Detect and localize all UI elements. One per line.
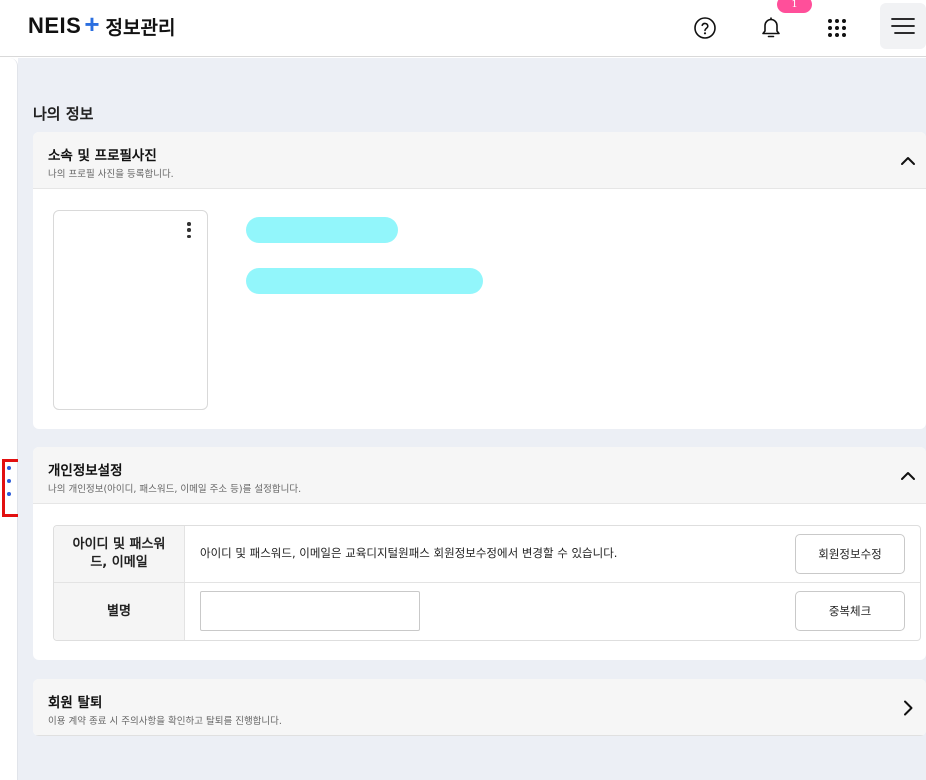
kebab-dot <box>187 234 191 238</box>
handle-dot <box>7 466 11 470</box>
section-title: 개인정보설정 <box>48 463 123 479</box>
kebab-dot <box>187 222 191 226</box>
row-label-id-password: 아이디 및 패스워드, 이메일 <box>54 526 185 582</box>
withdraw-section[interactable]: 회원 탈퇴 이용 계약 종료 시 주의사항을 확인하고 탈퇴를 진행합니다. <box>33 679 926 736</box>
section-title: 회원 탈퇴 <box>48 695 103 711</box>
edit-member-info-button[interactable]: 회원정보수정 <box>795 534 905 574</box>
brand-plus: + <box>84 9 100 39</box>
row-label-nickname: 별명 <box>54 583 185 640</box>
handle-dot <box>7 492 11 496</box>
loading-placeholder-affiliation <box>246 217 398 243</box>
section-title: 소속 및 프로필사진 <box>48 148 157 164</box>
profile-section: 소속 및 프로필사진 나의 프로필 사진을 등록합니다. <box>33 132 926 429</box>
table-row: 아이디 및 패스워드, 이메일 아이디 및 패스워드, 이메일은 교육디지털원패… <box>54 526 920 583</box>
left-side-panel <box>0 58 18 780</box>
row-label-text: 아이디 및 패스워드, 이메일 <box>72 537 166 570</box>
app-title: 정보관리 <box>105 16 176 39</box>
personal-info-table: 아이디 및 패스워드, 이메일 아이디 및 패스워드, 이메일은 교육디지털원패… <box>53 525 921 641</box>
chevron-up-icon[interactable] <box>898 151 918 171</box>
chevron-up-icon[interactable] <box>898 466 918 486</box>
personal-info-section: 개인정보설정 나의 개인정보(아이디, 패스워드, 이메일 주소 등)를 설정합… <box>33 447 926 660</box>
help-icon[interactable] <box>683 7 727 49</box>
profile-section-header[interactable]: 소속 및 프로필사진 나의 프로필 사진을 등록합니다. <box>33 132 926 189</box>
kebab-icon[interactable] <box>187 222 191 238</box>
app-logo[interactable]: NEIS + 정보관리 <box>28 9 176 40</box>
duplicate-check-button[interactable]: 중복체크 <box>795 591 905 631</box>
chevron-right-icon[interactable] <box>898 698 918 718</box>
page-title: 나의 정보 <box>33 105 94 123</box>
brand-name: NEIS <box>28 13 82 38</box>
handle-dot <box>7 479 11 483</box>
main-content: 나의 정보 소속 및 프로필사진 나의 프로필 사진을 등록합니다. 개인정보설… <box>18 58 926 780</box>
section-subtitle: 나의 프로필 사진을 등록합니다. <box>48 169 174 180</box>
withdraw-section-header[interactable]: 회원 탈퇴 이용 계약 종료 시 주의사항을 확인하고 탈퇴를 진행합니다. <box>33 679 926 736</box>
bell-icon[interactable] <box>749 7 793 49</box>
section-subtitle: 나의 개인정보(아이디, 패스워드, 이메일 주소 등)를 설정합니다. <box>48 484 302 495</box>
id-password-info-text: 아이디 및 패스워드, 이메일은 교육디지털원패스 회원정보수정에서 변경할 수… <box>200 546 618 560</box>
drag-handle-icon[interactable] <box>7 466 11 496</box>
apps-grid-icon[interactable] <box>815 7 859 49</box>
hamburger-menu-icon[interactable] <box>880 3 926 49</box>
table-row: 별명 중복체크 <box>54 583 920 640</box>
loading-placeholder-detail <box>246 268 483 294</box>
nickname-input[interactable] <box>200 591 420 631</box>
top-header: NEIS + 정보관리 1 <box>0 0 926 57</box>
kebab-dot <box>187 228 191 232</box>
personal-info-section-header[interactable]: 개인정보설정 나의 개인정보(아이디, 패스워드, 이메일 주소 등)를 설정합… <box>33 447 926 504</box>
profile-photo-box[interactable] <box>53 210 208 410</box>
section-subtitle: 이용 계약 종료 시 주의사항을 확인하고 탈퇴를 진행합니다. <box>48 716 282 727</box>
notification-badge: 1 <box>777 0 812 13</box>
